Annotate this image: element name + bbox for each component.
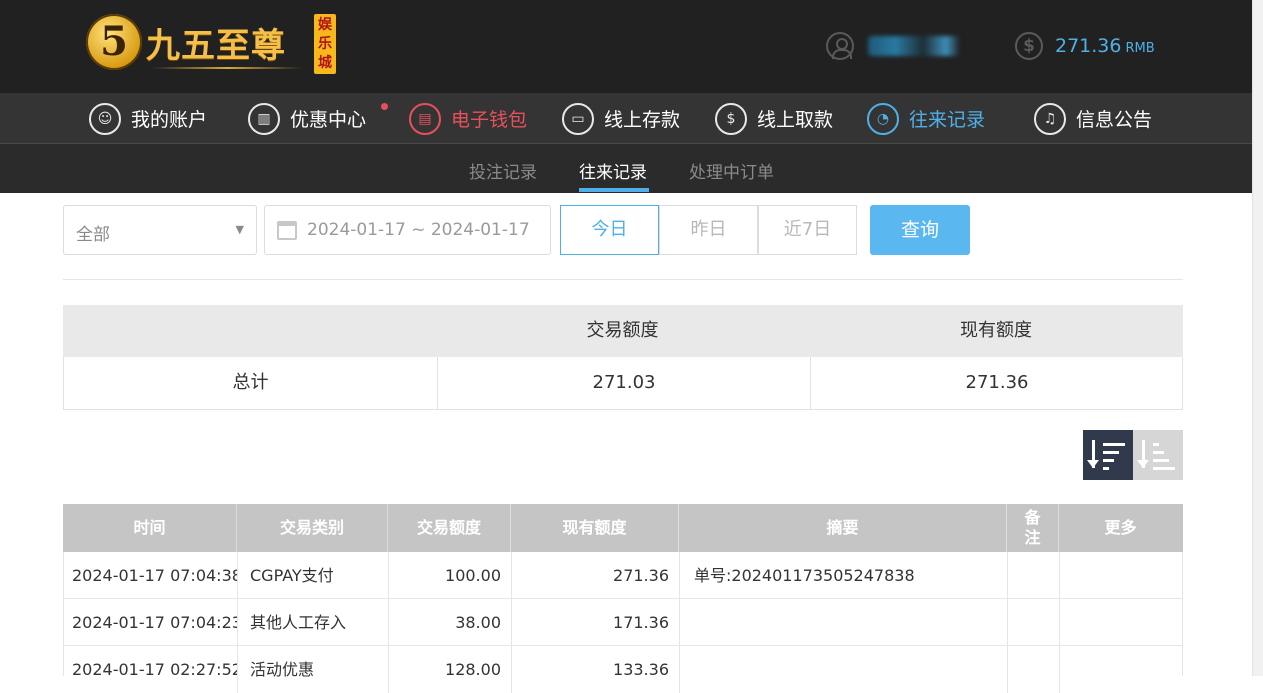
nav-item-deposit[interactable]: ▭ 线上存款 [562, 93, 680, 144]
col-header-time[interactable]: 时间 [63, 504, 236, 552]
today-button[interactable]: 今日 [560, 205, 659, 255]
cell-amount: 100.00 [388, 552, 511, 599]
table-row[interactable]: 2024-01-17 02:27:52 活动优惠 128.00 133.36 [63, 646, 1183, 693]
withdraw-icon: $ [715, 102, 747, 135]
caret-down-icon: ▼ [235, 223, 244, 236]
col-header-summary[interactable]: 摘要 [678, 504, 1006, 552]
cell-note [1007, 646, 1059, 693]
cell-balance: 271.36 [511, 552, 679, 599]
tab-pending-orders[interactable]: 处理中订单 [689, 158, 774, 183]
nav-label: 往来记录 [909, 109, 986, 131]
cell-more[interactable] [1059, 599, 1183, 646]
col-header-balance[interactable]: 现有额度 [510, 504, 678, 552]
table-row[interactable]: 2024-01-17 07:04:38 CGPAY支付 100.00 271.3… [63, 552, 1183, 599]
date-range-input[interactable]: 2024-01-17 ~ 2024-01-17 [264, 205, 551, 255]
col-header-more[interactable]: 更多 [1058, 504, 1182, 552]
notification-dot [381, 103, 388, 110]
summary-header-balance: 现有额度 [960, 320, 1032, 341]
nav-label: 信息公告 [1076, 109, 1153, 131]
tab-transaction-records[interactable]: 往来记录 [579, 158, 647, 183]
sort-asc-icon [1137, 440, 1149, 468]
records-icon: ◔ [867, 102, 899, 135]
gift-icon: ▥ [248, 102, 280, 135]
col-header-type[interactable]: 交易类别 [236, 504, 387, 552]
logo-ornament [152, 67, 302, 69]
tab-bet-records[interactable]: 投注记录 [469, 158, 537, 183]
sub-nav: 投注记录 往来记录 处理中订单 [0, 144, 1252, 193]
col-header-note[interactable]: 备注 [1006, 504, 1058, 552]
summary-total-amount: 271.03 [437, 357, 810, 409]
cell-note [1007, 552, 1059, 599]
site-logo[interactable]: 5 九五至尊 娱乐城 [86, 12, 338, 80]
account-balance: 271.36 RMB [1055, 35, 1155, 57]
nav-label: 线上取款 [757, 109, 834, 131]
sort-ascending-button[interactable] [1133, 430, 1183, 480]
table-row[interactable]: 2024-01-17 07:04:23 其他人工存入 38.00 171.36 [63, 599, 1183, 646]
summary-row: 总计 271.03 271.36 [63, 357, 1183, 410]
summary-header-amount: 交易额度 [586, 320, 659, 341]
divider [63, 279, 1183, 280]
username-blurred[interactable] [868, 36, 960, 56]
cell-more[interactable] [1059, 646, 1183, 693]
nav-item-records[interactable]: ◔ 往来记录 [867, 93, 985, 144]
cell-balance: 133.36 [511, 646, 679, 693]
cell-summary [679, 599, 1007, 646]
cell-time: 2024-01-17 07:04:23 [72, 613, 237, 632]
cell-time: 2024-01-17 07:04:38 [72, 566, 237, 585]
nav-item-account[interactable]: ☺ 我的账户 [89, 93, 207, 144]
nav-item-withdraw[interactable]: $ 线上取款 [715, 93, 833, 144]
wallet-icon: ▤ [409, 102, 441, 135]
date-range-value: 2024-01-17 ~ 2024-01-17 [307, 220, 530, 240]
cell-summary: 单号:20240117350524783​8 [679, 552, 1007, 599]
balance-value: 271.36 [1055, 35, 1122, 57]
cell-note [1007, 599, 1059, 646]
user-circle-icon: ☺ [89, 102, 121, 135]
top-header: 5 九五至尊 娱乐城 $ 271.36 RMB [0, 0, 1252, 93]
records-table-header: 时间 交易类别 交易额度 现有额度 摘要 备注 更多 [63, 504, 1183, 552]
col-header-amount[interactable]: 交易额度 [387, 504, 510, 552]
summary-total-balance: 271.36 [810, 357, 1183, 409]
nav-label: 我的账户 [131, 109, 208, 131]
summary-total-label: 总计 [232, 372, 269, 393]
nav-label: 线上存款 [604, 109, 681, 131]
nav-item-promotions[interactable]: ▥ 优惠中心 [248, 93, 366, 144]
type-select[interactable]: 全部 ▼ [63, 205, 257, 255]
cell-summary [679, 646, 1007, 693]
logo-tag: 娱乐城 [314, 14, 336, 74]
cell-amount: 128.00 [388, 646, 511, 693]
bell-icon: ♫ [1034, 102, 1066, 135]
balance-unit: RMB [1125, 41, 1155, 56]
active-tab-indicator [579, 188, 649, 192]
nav-label: 电子钱包 [451, 109, 528, 131]
cell-type: CGPAY支付 [237, 552, 388, 599]
nav-item-announcements[interactable]: ♫ 信息公告 [1034, 93, 1152, 144]
summary-header: 交易额度 现有额度 [63, 305, 1183, 357]
deposit-icon: ▭ [562, 102, 594, 135]
cell-more[interactable] [1059, 552, 1183, 599]
type-select-value: 全部 [76, 225, 110, 245]
calendar-icon [277, 221, 297, 240]
summary-header-blank [63, 305, 436, 357]
main-nav: ☺ 我的账户 ▥ 优惠中心 ▤ 电子钱包 ▭ 线上存款 $ 线上取款 ◔ 往来记… [0, 93, 1252, 144]
cell-type: 活动优惠 [237, 646, 388, 693]
sort-desc-icon [1087, 440, 1099, 468]
sort-descending-button[interactable] [1083, 430, 1133, 480]
yesterday-button[interactable]: 昨日 [659, 205, 758, 255]
dollar-coin-icon: $ [1015, 32, 1043, 60]
logo-badge-icon: 5 [86, 14, 142, 70]
cell-balance: 171.36 [511, 599, 679, 646]
search-button[interactable]: 查询 [870, 205, 970, 255]
cell-time: 2024-01-17 02:27:52 [72, 660, 237, 679]
nav-label: 优惠中心 [290, 109, 367, 131]
logo-title: 九五至尊 [146, 26, 286, 66]
user-icon[interactable] [826, 32, 854, 60]
last-7-days-button[interactable]: 近7日 [758, 205, 857, 255]
cell-amount: 38.00 [388, 599, 511, 646]
cell-type: 其他人工存入 [237, 599, 388, 646]
page-scrollbar[interactable] [1252, 0, 1263, 676]
nav-item-wallet[interactable]: ▤ 电子钱包 [409, 93, 527, 144]
